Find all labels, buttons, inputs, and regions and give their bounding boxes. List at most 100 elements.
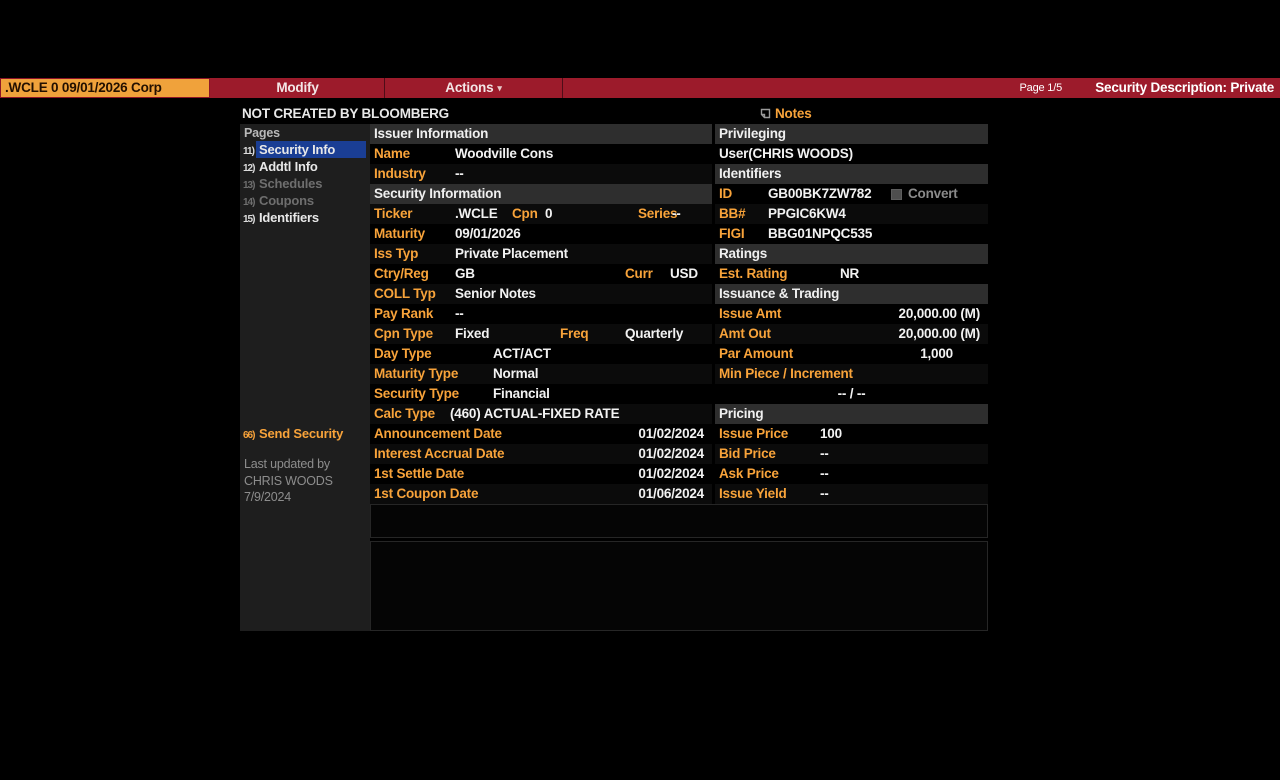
field-value: BBG01NPQC535	[768, 226, 873, 241]
section-pricing: Pricing	[715, 404, 988, 424]
field-label: Day Type	[374, 346, 432, 361]
field-value: Quarterly	[625, 326, 684, 341]
field-min-piece-label: Min Piece / Increment	[715, 364, 988, 384]
field-label: Est. Rating	[719, 266, 788, 281]
field-interest-accrual-date: Interest Accrual Date 01/02/2024	[370, 444, 712, 464]
field-value: GB00BK7ZW782	[768, 186, 872, 201]
field-cpn-type: Cpn Type Fixed Freq Quarterly	[370, 324, 712, 344]
security-ticker-field[interactable]: .WCLE 0 09/01/2026 Corp	[0, 78, 210, 98]
last-updated-date: 7/9/2024	[244, 490, 292, 504]
field-label: Iss Typ	[374, 246, 419, 261]
sidebar-item-identifiers[interactable]: 15) Identifiers	[240, 209, 370, 226]
field-value: 01/02/2024	[638, 466, 704, 481]
section-issuer-information: Issuer Information	[370, 124, 712, 144]
field-issue-yield: Issue Yield --	[715, 484, 988, 504]
field-id: ID GB00BK7ZW782 Convert	[715, 184, 988, 204]
field-bid-price: Bid Price --	[715, 444, 988, 464]
field-label: Cpn Type	[374, 326, 433, 341]
banner-row: NOT CREATED BY BLOOMBERG Notes	[240, 104, 988, 124]
field-value: 09/01/2026	[455, 226, 521, 241]
right-data-column: Privileging User(CHRIS WOODS) Identifier…	[715, 124, 988, 504]
field-label: Bid Price	[719, 446, 776, 461]
field-ticker: Ticker .WCLE Cpn 0 Series --	[370, 204, 712, 224]
field-min-piece-value: -- / --	[715, 384, 988, 404]
field-value: NR	[840, 266, 860, 281]
sidebar-item-addtl-info[interactable]: 12) Addtl Info	[240, 158, 370, 175]
field-security-type: Security Type Financial	[370, 384, 712, 404]
bloomberg-terminal-screen: .WCLE 0 09/01/2026 Corp Modify Actions ▾ …	[0, 0, 1280, 780]
field-value: PPGIC6KW4	[768, 206, 846, 221]
screen-title: Security Description: Private	[1095, 80, 1274, 95]
field-issue-amt: Issue Amt 20,000.00 (M)	[715, 304, 988, 324]
left-data-column: Issuer Information Name Woodville Cons I…	[370, 124, 712, 504]
field-amt-out: Amt Out 20,000.00 (M)	[715, 324, 988, 344]
send-security-button[interactable]: 66) Send Security	[240, 425, 346, 442]
field-1st-coupon-date: 1st Coupon Date 01/06/2024	[370, 484, 712, 504]
field-value: User(CHRIS WOODS)	[719, 146, 853, 161]
field-maturity-type: Maturity Type Normal	[370, 364, 712, 384]
item-label: Security Info	[256, 141, 366, 158]
field-label: Calc Type	[374, 406, 435, 421]
item-number: 15)	[243, 214, 255, 225]
item-label: Coupons	[259, 193, 314, 208]
field-label: Security Type	[374, 386, 459, 401]
actions-menu-button[interactable]: Actions ▾	[385, 78, 563, 98]
field-label: Ticker	[374, 206, 413, 221]
sidebar-item-security-info[interactable]: 11) Security Info	[240, 141, 370, 158]
item-label: Addtl Info	[259, 159, 318, 174]
field-label: Issue Yield	[719, 486, 787, 501]
field-label: Name	[374, 146, 410, 161]
field-value: --	[455, 166, 464, 181]
sidebar-item-schedules[interactable]: 13) Schedules	[240, 175, 370, 192]
field-est-rating: Est. Rating NR	[715, 264, 988, 284]
section-ratings: Ratings	[715, 244, 988, 264]
field-label: COLL Typ	[374, 286, 436, 301]
not-created-banner: NOT CREATED BY BLOOMBERG	[242, 106, 449, 121]
field-value: Private Placement	[455, 246, 568, 261]
field-value: 01/06/2024	[638, 486, 704, 501]
field-label: Maturity	[374, 226, 425, 241]
field-value: 100	[820, 426, 842, 441]
field-par-amount: Par Amount 1,000	[715, 344, 988, 364]
field-privileging-user: User(CHRIS WOODS)	[715, 144, 988, 164]
page-indicator: Page 1/5	[1019, 82, 1063, 94]
field-label: Min Piece / Increment	[719, 366, 853, 381]
field-value: 20,000.00 (M)	[898, 306, 981, 321]
field-value: --	[820, 446, 829, 461]
field-value: Financial	[493, 386, 550, 401]
field-label: Ask Price	[719, 466, 779, 481]
field-value: ACT/ACT	[493, 346, 551, 361]
field-value: .WCLE	[455, 206, 498, 221]
field-label: BB#	[719, 206, 746, 221]
modify-menu-button[interactable]: Modify	[211, 78, 385, 98]
chevron-down-icon: ▾	[497, 83, 502, 93]
field-value: Senior Notes	[455, 286, 536, 301]
field-label: Curr	[625, 266, 653, 281]
note-icon	[760, 105, 771, 125]
command-bar: .WCLE 0 09/01/2026 Corp Modify Actions ▾ …	[0, 78, 1280, 98]
field-value: 01/02/2024	[638, 446, 704, 461]
item-label: Schedules	[259, 176, 323, 191]
field-label: Pay Rank	[374, 306, 434, 321]
section-security-information: Security Information	[370, 184, 712, 204]
field-label: 1st Coupon Date	[374, 486, 479, 501]
field-label: Industry	[374, 166, 426, 181]
field-value: 01/02/2024	[638, 426, 704, 441]
sidebar-header: Pages	[244, 126, 280, 140]
field-label: Cpn	[512, 206, 538, 221]
notes-button[interactable]: Notes	[760, 104, 812, 124]
item-label: Identifiers	[259, 210, 319, 225]
field-value: -- / --	[837, 386, 866, 401]
field-value: 20,000.00 (M)	[898, 326, 981, 341]
field-name: Name Woodville Cons	[370, 144, 712, 164]
section-issuance-trading: Issuance & Trading	[715, 284, 988, 304]
field-label: Interest Accrual Date	[374, 446, 505, 461]
field-value: GB	[455, 266, 475, 281]
field-label: FIGI	[719, 226, 745, 241]
field-pay-rank: Pay Rank --	[370, 304, 712, 324]
field-iss-typ: Iss Typ Private Placement	[370, 244, 712, 264]
field-value: --	[672, 206, 681, 221]
convert-checkbox[interactable]	[891, 189, 902, 200]
sidebar-item-coupons[interactable]: 14) Coupons	[240, 192, 370, 209]
field-value: --	[455, 306, 464, 321]
